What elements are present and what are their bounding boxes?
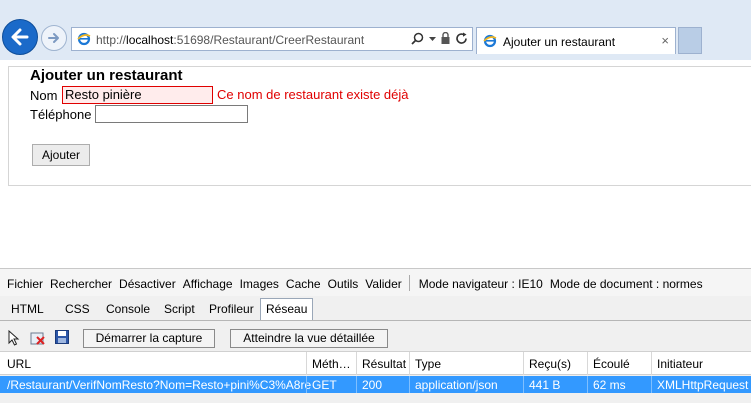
name-error-message: Ce nom de restaurant existe déjà xyxy=(217,87,409,102)
search-icon[interactable] xyxy=(411,32,424,45)
dropdown-icon[interactable] xyxy=(429,32,436,45)
network-grid-header: URL Méth… Résultat Type Reçu(s) Écoulé I… xyxy=(0,351,751,375)
forward-button[interactable] xyxy=(41,25,67,51)
tab-script[interactable]: Script xyxy=(164,302,195,316)
detailed-view-button[interactable]: Atteindre la vue détaillée xyxy=(230,329,388,348)
row-initiator: XMLHttpRequest xyxy=(657,378,749,392)
menu-valider[interactable]: Valider xyxy=(365,277,401,293)
row-elapsed: 62 ms xyxy=(593,378,626,392)
column-initiator[interactable]: Initiateur xyxy=(657,357,703,371)
ie-tab-icon xyxy=(483,34,497,48)
tab-ajouter-restaurant[interactable]: Ajouter un restaurant × xyxy=(476,27,676,54)
row-type: application/json xyxy=(415,378,498,392)
column-received[interactable]: Reçu(s) xyxy=(529,357,571,371)
row-result: 200 xyxy=(362,378,383,392)
column-elapsed[interactable]: Écoulé xyxy=(593,357,630,371)
arrow-left-icon xyxy=(11,28,29,46)
arrow-right-icon xyxy=(48,33,59,43)
row-received: 441 B xyxy=(529,378,561,392)
clear-entries-icon[interactable] xyxy=(30,331,46,346)
menu-images[interactable]: Images xyxy=(240,277,279,293)
phone-input[interactable] xyxy=(95,105,248,123)
menu-fichier[interactable]: Fichier xyxy=(7,277,43,293)
row-url: /Restaurant/VerifNomResto?Nom=Resto+pini… xyxy=(7,378,312,392)
refresh-icon[interactable] xyxy=(455,32,468,45)
menu-affichage[interactable]: Affichage xyxy=(183,277,233,293)
address-bar[interactable]: http://localhost:51698/Restaurant/CreerR… xyxy=(71,27,473,51)
menu-desactiver[interactable]: Désactiver xyxy=(119,277,176,293)
document-mode-menu[interactable]: Mode de document : normes xyxy=(550,277,703,293)
network-toolbar: Démarrer la capture Atteindre la vue dét… xyxy=(0,321,751,351)
developer-tools: Fichier Rechercher Désactiver Affichage … xyxy=(0,268,751,403)
tab-title: Ajouter un restaurant xyxy=(503,35,616,49)
save-icon[interactable] xyxy=(55,330,69,344)
menu-separator xyxy=(408,275,410,291)
new-tab-button[interactable] xyxy=(678,27,702,54)
column-url[interactable]: URL xyxy=(7,357,31,371)
ie-page-icon xyxy=(77,32,91,46)
tab-html[interactable]: HTML xyxy=(11,302,44,316)
name-label: Nom xyxy=(30,88,58,103)
menu-rechercher[interactable]: Rechercher xyxy=(50,277,112,293)
menu-cache[interactable]: Cache xyxy=(286,277,321,293)
form-frame xyxy=(8,66,751,186)
menu-outils[interactable]: Outils xyxy=(328,277,359,293)
url-text[interactable]: http://localhost:51698/Restaurant/CreerR… xyxy=(96,33,364,47)
browser-chrome: http://localhost:51698/Restaurant/CreerR… xyxy=(0,0,751,60)
phone-label: Téléphone xyxy=(30,107,92,122)
name-input[interactable]: Resto pinière xyxy=(62,86,213,104)
tab-console[interactable]: Console xyxy=(106,302,150,316)
devtools-menubar: Fichier Rechercher Désactiver Affichage … xyxy=(0,268,751,296)
column-result[interactable]: Résultat xyxy=(362,357,406,371)
add-button[interactable]: Ajouter xyxy=(32,144,90,166)
lock-icon xyxy=(441,32,450,44)
start-capture-button[interactable]: Démarrer la capture xyxy=(83,329,215,348)
tab-reseau[interactable]: Réseau xyxy=(260,298,314,320)
page-title: Ajouter un restaurant xyxy=(30,67,183,84)
cursor-select-icon[interactable] xyxy=(7,330,21,346)
browser-mode-menu[interactable]: Mode navigateur : IE10 xyxy=(419,277,543,293)
row-method: GET xyxy=(312,378,337,392)
page-content: Ajouter un restaurant Nom Resto pinière … xyxy=(0,60,751,268)
close-icon[interactable]: × xyxy=(661,33,669,48)
table-row[interactable]: /Restaurant/VerifNomResto?Nom=Resto+pini… xyxy=(0,376,751,393)
column-type[interactable]: Type xyxy=(415,357,441,371)
back-button[interactable] xyxy=(2,19,38,55)
tab-css[interactable]: CSS xyxy=(65,302,90,316)
devtools-tabs: HTML CSS Console Script Profileur Réseau xyxy=(0,296,751,321)
column-method[interactable]: Méth… xyxy=(312,357,351,371)
tab-profileur[interactable]: Profileur xyxy=(209,302,254,316)
